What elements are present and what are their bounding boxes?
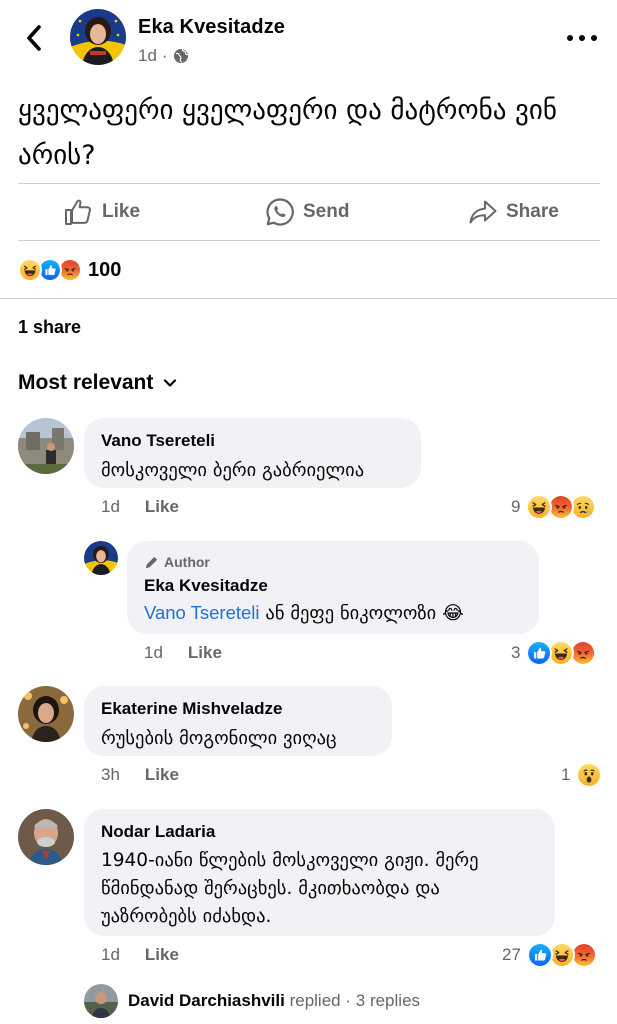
tears-of-joy-emoji: 😂 — [442, 603, 464, 624]
commenter-avatar[interactable] — [18, 686, 74, 742]
comment-bubble: Vano Tsereteli მოსკოველი ბერი გაბრიელია — [84, 418, 421, 488]
reply-author-avatar[interactable] — [84, 541, 118, 575]
reply-reactions[interactable]: 3 — [511, 640, 597, 666]
author-badge: Author — [144, 553, 522, 571]
replies-separator: · — [345, 991, 352, 1010]
meta-separator: · — [161, 46, 168, 65]
comment-like-button[interactable]: Like — [145, 945, 179, 965]
like-label: Like — [102, 201, 141, 222]
comment-reactions[interactable]: 9 — [511, 494, 597, 520]
comment-text: მოსკოველი ბერი გაბრიელია — [101, 460, 365, 481]
comment-time[interactable]: 1d — [101, 497, 120, 517]
like-icon — [526, 942, 553, 968]
post-text: ყველაფერი ყველაფერი და მატრონა ვინ არის? — [18, 95, 557, 171]
post-reactions[interactable]: 100 — [18, 256, 121, 284]
send-button[interactable]: Send — [265, 184, 349, 240]
commenter-name[interactable]: Ekaterine Mishveladze — [101, 698, 375, 720]
replier-name: David Darchiashvili — [128, 991, 285, 1010]
sad-icon — [570, 494, 597, 520]
comment-reactions[interactable]: 1 — [561, 762, 603, 788]
whatsapp-icon — [266, 198, 294, 226]
comment-text: რუსების მოგონილი ვიღაც — [101, 728, 337, 749]
comment-text-line: წმინდანად შერაცხეს. მკითხაობდა და — [101, 878, 440, 899]
comment-text: 1940-იანი წლების მოსკოველი გიჟი. მერე წმ… — [101, 847, 538, 931]
comment-text-line: 1940-იანი წლების მოსკოველი გიჟი. მერე — [101, 850, 479, 871]
post-meta: 1d · — [138, 46, 189, 66]
sort-dropdown[interactable]: Most relevant — [18, 371, 177, 395]
comment-reaction-count: 27 — [502, 945, 521, 964]
reply-reaction-count: 3 — [511, 643, 521, 662]
author-name[interactable]: Eka Kvesitadze — [138, 16, 285, 39]
dot-icon — [579, 35, 585, 41]
haha-icon — [526, 494, 553, 520]
dot-icon — [567, 35, 573, 41]
sort-label: Most relevant — [18, 371, 154, 394]
comment-bubble: Nodar Ladaria 1940-იანი წლების მოსკოველი… — [84, 809, 555, 936]
comment-meta: 1d Like — [101, 497, 179, 517]
thumbs-up-icon — [65, 199, 91, 225]
comment-bubble: Ekaterine Mishveladze რუსების მოგონილი ვ… — [84, 686, 392, 756]
mention-link[interactable]: Vano Tsereteli — [144, 602, 260, 623]
commenter-avatar[interactable] — [18, 809, 74, 865]
comment-time[interactable]: 1d — [101, 945, 120, 965]
post-header: Eka Kvesitadze 1d · — [0, 0, 617, 80]
replied-label: replied — [289, 991, 341, 1010]
author-avatar[interactable] — [70, 9, 126, 65]
dot-icon — [591, 35, 597, 41]
comment-reaction-count: 9 — [511, 497, 521, 516]
like-icon — [526, 640, 553, 666]
haha-icon — [18, 258, 42, 282]
more-options-button[interactable] — [567, 26, 597, 50]
reply-author-name[interactable]: Eka Kvesitadze — [144, 575, 522, 597]
replies-count: 3 replies — [355, 991, 421, 1010]
replier-avatar — [84, 984, 118, 1018]
angry-icon — [548, 494, 575, 520]
haha-icon — [548, 640, 575, 666]
commenter-avatar[interactable] — [18, 418, 74, 474]
share-label: Share — [506, 201, 559, 222]
share-button[interactable]: Share — [468, 184, 559, 240]
commenter-name[interactable]: Nodar Ladaria — [101, 821, 538, 843]
divider — [18, 240, 600, 241]
comment-meta: 3h Like — [101, 765, 179, 785]
globe-icon — [173, 49, 188, 63]
wow-icon — [576, 762, 603, 788]
reply-text: Vano Tsereteli ან მეფე ნიკოლოზი 😂 — [144, 599, 522, 628]
view-replies[interactable]: David Darchiashvili replied · 3 replies — [84, 984, 420, 1018]
chevron-left-icon — [27, 25, 41, 51]
like-button[interactable]: Like — [64, 184, 140, 240]
share-count[interactable]: 1 share — [18, 317, 81, 338]
commenter-name[interactable]: Vano Tsereteli — [101, 430, 404, 452]
comment-like-button[interactable]: Like — [145, 765, 179, 785]
author-badge-label: Author — [164, 554, 210, 570]
chevron-down-icon — [164, 379, 177, 387]
comment-reactions[interactable]: 27 — [502, 942, 597, 968]
reply-meta: 1d Like — [144, 643, 222, 663]
reply-time[interactable]: 1d — [144, 643, 163, 663]
comment-reaction-count: 1 — [561, 765, 571, 784]
reply-like-button[interactable]: Like — [188, 643, 222, 663]
reaction-count: 100 — [88, 258, 122, 281]
post-action-bar: Like Send Share — [0, 184, 617, 240]
comment-text-line: უაზრობებს იძახდა. — [101, 906, 272, 927]
reply-text-body: ან მეფე ნიკოლოზი — [265, 603, 437, 624]
reply-bubble: Author Eka Kvesitadze Vano Tsereteli ან … — [127, 541, 539, 634]
pencil-icon — [145, 556, 158, 568]
post-time[interactable]: 1d — [138, 46, 157, 66]
divider — [0, 298, 617, 299]
angry-icon — [570, 640, 597, 666]
share-arrow-icon — [469, 200, 497, 224]
comment-like-button[interactable]: Like — [145, 497, 179, 517]
send-label: Send — [303, 201, 350, 222]
back-button[interactable] — [20, 22, 48, 54]
comment-meta: 1d Like — [101, 945, 179, 965]
comment-time[interactable]: 3h — [101, 765, 120, 785]
